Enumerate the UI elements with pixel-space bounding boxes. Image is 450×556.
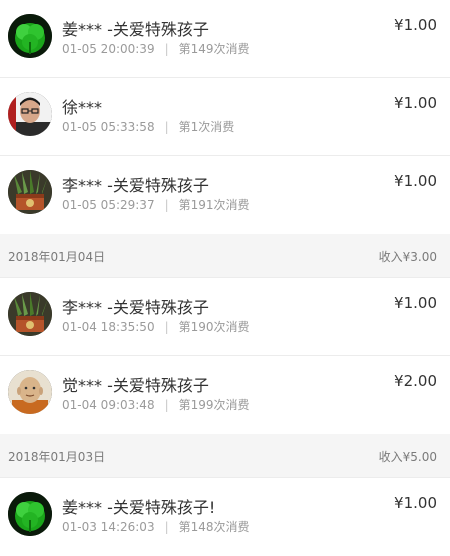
avatar [8,170,52,214]
transaction-row[interactable]: 觉*** -关爱特殊孩子 01-04 09:03:48 | 第199次消费 ¥2.0… [0,356,450,434]
meta-divider: | [164,520,169,534]
meta-divider: | [164,320,169,334]
transaction-time: 01-05 05:33:58 [62,120,155,134]
monk-avatar-icon [8,370,52,414]
plant-pot-avatar-icon [8,170,52,214]
day-income: 收入¥5.00 [378,450,437,464]
plant-pot-avatar-icon [8,292,52,336]
transaction-meta: 01-04 18:35:50 | 第190次消费 [62,318,250,335]
transaction-feed: 姜*** -关爱特殊孩子 01-05 20:00:39 | 第149次消费 ¥1.0… [0,0,450,556]
transaction-amount: ¥1.00 [394,294,437,312]
green-clover-avatar-icon [8,492,52,536]
transaction-meta: 01-05 05:29:37 | 第191次消费 [62,196,250,213]
transaction-amount: ¥1.00 [394,16,437,34]
transaction-meta: 01-05 05:33:58 | 第1次消费 [62,118,234,135]
consumption-count: 第149次消费 [178,42,250,56]
avatar [8,92,52,136]
transaction-time: 01-05 05:29:37 [62,198,155,212]
transaction-time: 01-05 20:00:39 [62,42,155,56]
avatar [8,370,52,414]
avatar [8,14,52,58]
day-date: 2018年01月03日 [8,450,106,464]
donor-name: 姜*** -关爱特殊孩子! [62,498,216,517]
consumption-count: 第190次消费 [178,320,250,334]
donor-name: 姜*** -关爱特殊孩子 [62,20,209,39]
day-income: 收入¥3.00 [378,250,437,264]
transaction-row[interactable]: 姜*** -关爱特殊孩子! 01-03 14:26:03 | 第148次消费 ¥1.… [0,478,450,556]
transaction-time: 01-04 09:03:48 [62,398,155,412]
transaction-amount: ¥2.00 [394,372,437,390]
transaction-time: 01-04 18:35:50 [62,320,155,334]
green-clover-avatar-icon [8,14,52,58]
donor-name: 李*** -关爱特殊孩子 [62,298,209,317]
day-date: 2018年01月04日 [8,250,106,264]
transaction-meta: 01-05 20:00:39 | 第149次消费 [62,40,250,57]
consumption-count: 第1次消费 [178,120,235,134]
donor-name: 李*** -关爱特殊孩子 [62,176,209,195]
transaction-row[interactable]: 李*** -关爱特殊孩子 01-04 18:35:50 | 第190次消费 ¥1.0… [0,278,450,356]
transaction-row[interactable]: 徐*** 01-05 05:33:58 | 第1次消费 ¥1.00 [0,78,450,156]
meta-divider: | [164,398,169,412]
transaction-row[interactable]: 姜*** -关爱特殊孩子 01-05 20:00:39 | 第149次消费 ¥1.0… [0,0,450,78]
transaction-meta: 01-03 14:26:03 | 第148次消费 [62,518,250,535]
transaction-amount: ¥1.00 [394,172,437,190]
meta-divider: | [164,120,169,134]
consumption-count: 第191次消费 [178,198,250,212]
meta-divider: | [164,42,169,56]
day-header: 2018年01月04日 收入¥3.00 [0,234,450,278]
man-glasses-avatar-icon [8,92,52,136]
consumption-count: 第199次消费 [178,398,250,412]
transaction-row[interactable]: 李*** -关爱特殊孩子 01-05 05:29:37 | 第191次消费 ¥1.0… [0,156,450,234]
donor-name: 徐*** [62,98,103,117]
transaction-meta: 01-04 09:03:48 | 第199次消费 [62,396,250,413]
meta-divider: | [164,198,169,212]
transaction-time: 01-03 14:26:03 [62,520,155,534]
day-header: 2018年01月03日 收入¥5.00 [0,434,450,478]
avatar [8,292,52,336]
donor-name: 觉*** -关爱特殊孩子 [62,376,209,395]
consumption-count: 第148次消费 [178,520,250,534]
transaction-amount: ¥1.00 [394,94,437,112]
avatar [8,492,52,536]
transaction-amount: ¥1.00 [394,494,437,512]
